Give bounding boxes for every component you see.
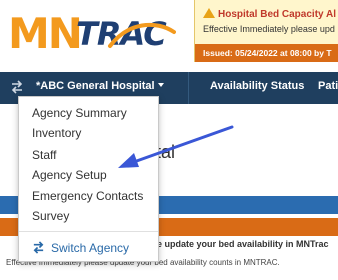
menu-divider [19,231,158,232]
menu-item-inventory[interactable]: Inventory [32,125,81,141]
alert-title: Hospital Bed Capacity Al [203,8,336,20]
hospital-menu-toggle[interactable]: *ABC General Hospital [36,80,164,92]
nav-patient-tracking[interactable]: Patie [318,80,338,92]
menu-item-emergency-contacts[interactable]: Emergency Contacts [32,188,143,204]
logo-swoosh-icon [108,22,176,48]
menu-item-agency-setup[interactable]: Agency Setup [32,167,107,183]
switch-arrows-icon [33,241,44,254]
hospital-name: *ABC General Hospital [36,80,155,92]
switch-agency-label: Switch Agency [51,241,130,255]
mntrac-logo[interactable]: MN TRAC [8,8,176,60]
menu-item-agency-summary[interactable]: Agency Summary [32,105,127,121]
warning-icon [203,8,215,18]
chevron-down-icon [157,83,164,87]
menu-item-staff[interactable]: Staff [32,147,56,163]
app-header: MN TRAC Hospital Bed Capacity Al Effecti… [0,0,338,72]
switch-arrows-icon[interactable] [10,80,24,94]
menu-item-survey[interactable]: Survey [32,208,69,224]
notice-heading: se update your bed availability in MNTra… [152,239,329,249]
logo-mn-text: MN [8,9,83,58]
alert-title-text: Hospital Bed Capacity Al [218,9,336,20]
alert-issued: Issued: 05/24/2022 at 08:00 by T [195,44,338,62]
nav-divider [188,72,189,104]
switch-agency-link[interactable]: Switch Agency [32,240,129,256]
alert-banner[interactable]: Hospital Bed Capacity Al Effective Immed… [194,0,338,62]
alert-body: Effective Immediately please upd [203,24,335,34]
agency-dropdown-menu: Agency Summary Inventory Staff Agency Se… [18,96,159,262]
nav-availability-status[interactable]: Availability Status [210,80,304,92]
